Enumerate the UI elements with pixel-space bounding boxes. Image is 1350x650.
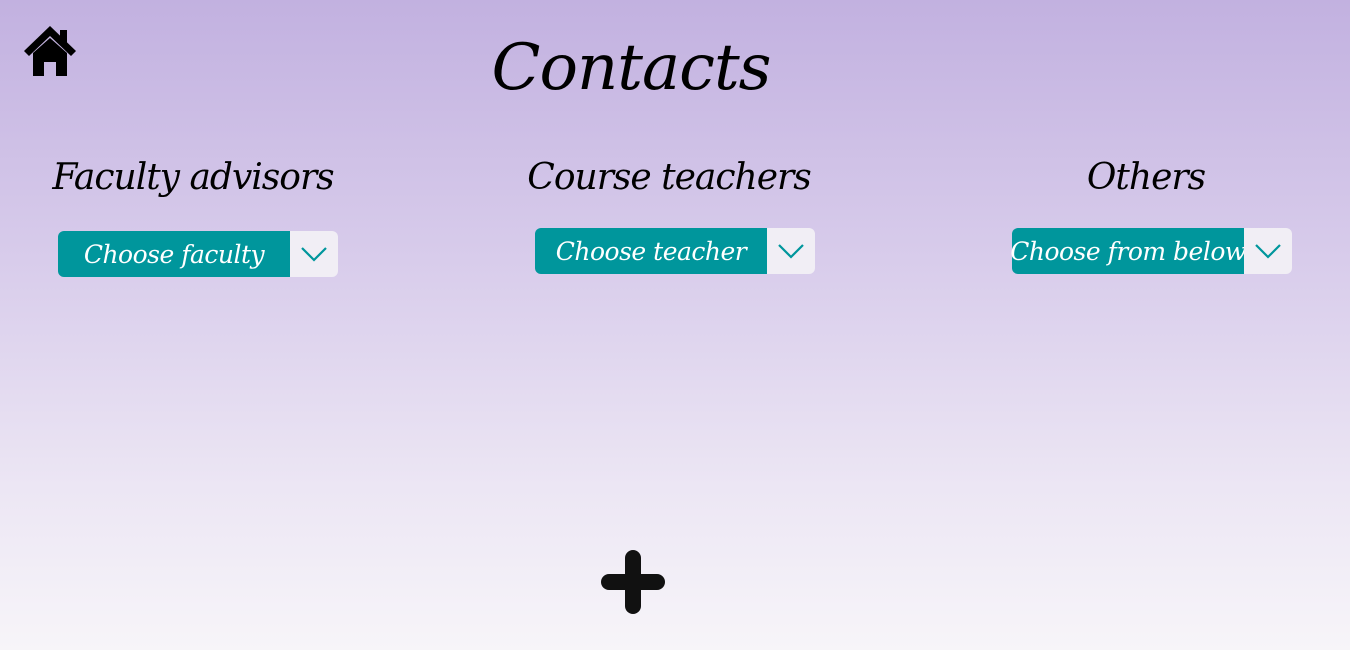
dropdown-label: Choose from below xyxy=(1010,228,1246,274)
dropdown-label: Choose faculty xyxy=(58,231,290,277)
section-heading-faculty-advisors: Faculty advisors xyxy=(52,157,334,198)
page-title: Contacts xyxy=(491,31,772,105)
chevron-down-icon xyxy=(1254,243,1282,259)
teacher-dropdown[interactable]: Choose teacher xyxy=(535,228,815,274)
dropdown-label: Choose teacher xyxy=(535,228,767,274)
dropdown-toggle[interactable] xyxy=(290,231,338,277)
plus-icon xyxy=(598,548,668,616)
others-section: Others xyxy=(996,153,1296,203)
chevron-down-icon xyxy=(300,246,328,262)
faculty-dropdown[interactable]: Choose faculty xyxy=(58,231,338,277)
add-contact-button[interactable] xyxy=(598,548,668,616)
dropdown-toggle[interactable] xyxy=(767,228,815,274)
chevron-down-icon xyxy=(777,243,805,259)
faculty-advisors-section: Faculty advisors xyxy=(43,153,343,203)
others-dropdown[interactable]: Choose from below xyxy=(1010,228,1292,274)
dropdown-toggle[interactable] xyxy=(1244,228,1292,274)
section-heading-course-teachers: Course teachers xyxy=(527,157,811,198)
section-heading-others: Others xyxy=(1086,157,1206,198)
course-teachers-section: Course teachers xyxy=(519,153,819,203)
